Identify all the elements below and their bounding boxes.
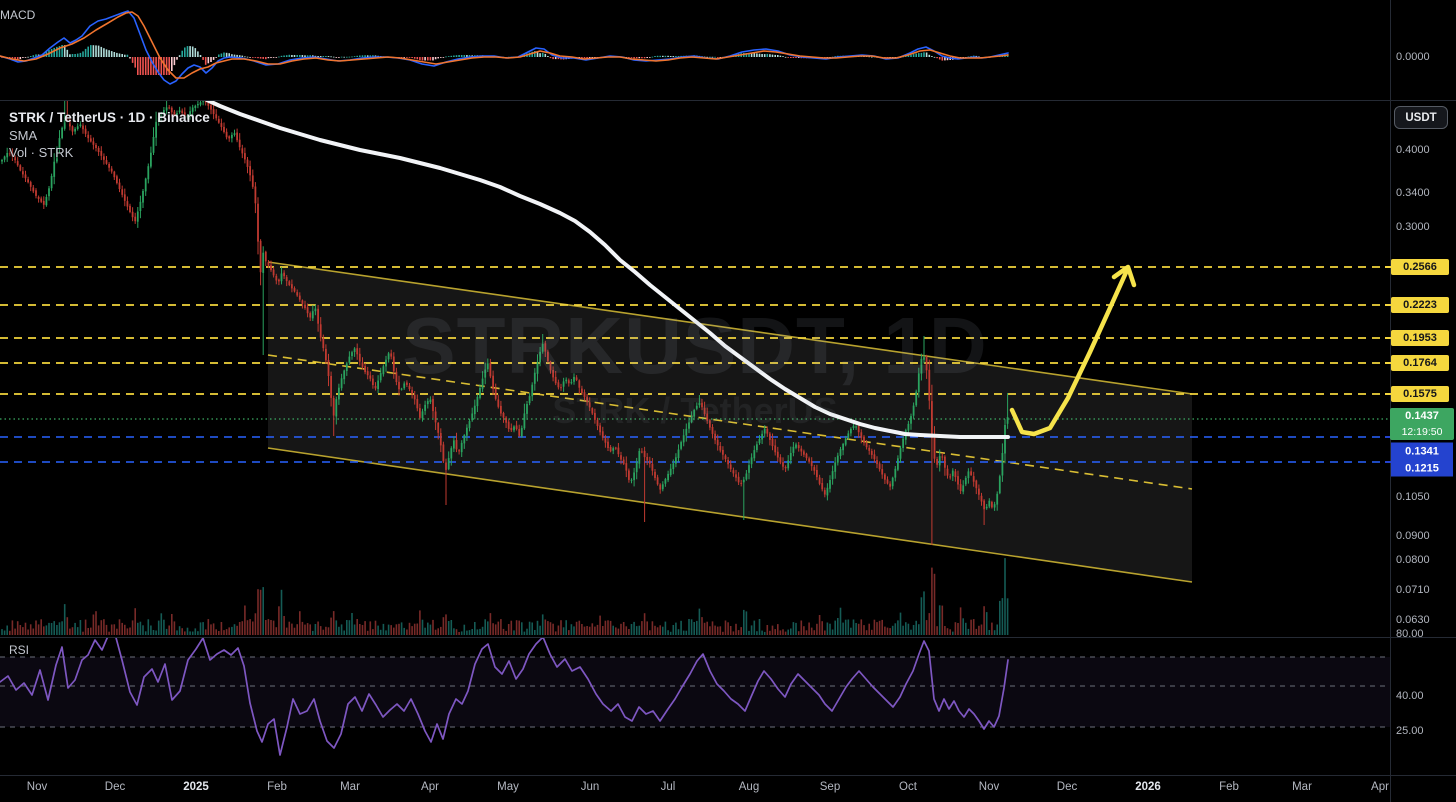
price-tick: 0.1050 xyxy=(1396,491,1430,503)
level-price-label: 0.1215 xyxy=(1391,459,1453,477)
price-tick: 0.0710 xyxy=(1396,584,1430,596)
time-tick: Mar xyxy=(340,781,360,793)
pane-separator[interactable] xyxy=(0,100,1456,101)
price-tick: 0.4000 xyxy=(1396,144,1430,156)
time-tick: Oct xyxy=(899,781,917,793)
time-tick: Sep xyxy=(819,781,841,793)
currency-toggle-button[interactable]: USDT xyxy=(1394,106,1448,129)
level-price-label: 0.2566 xyxy=(1391,259,1449,275)
time-tick: Feb xyxy=(1219,781,1239,793)
macd-indicator-label[interactable]: MACD xyxy=(0,8,35,22)
price-tick: 0.0630 xyxy=(1396,614,1430,626)
rsi-tick: 40.00 xyxy=(1396,690,1424,702)
symbol-legend[interactable]: STRK / TetherUS · 1D · Binance xyxy=(9,109,210,126)
macd-axis-value: 0.0000 xyxy=(1396,51,1430,63)
time-tick: Dec xyxy=(104,781,126,793)
rsi-tick: 25.00 xyxy=(1396,725,1424,737)
level-price-label: 0.1764 xyxy=(1391,355,1449,371)
level-price-label: 0.1575 xyxy=(1391,386,1449,402)
time-tick: Dec xyxy=(1056,781,1078,793)
time-tick: Mar xyxy=(1292,781,1312,793)
price-tick: 0.0900 xyxy=(1396,530,1430,542)
time-tick: 2026 xyxy=(1135,781,1161,793)
price-chart-canvas[interactable] xyxy=(0,0,1456,802)
level-price-label: 0.1953 xyxy=(1391,330,1449,346)
time-tick: Aug xyxy=(738,781,760,793)
volume-legend[interactable]: Vol · STRK xyxy=(9,144,73,161)
time-tick: Nov xyxy=(978,781,1000,793)
time-tick: Apr xyxy=(1371,781,1389,793)
price-tick: 0.0800 xyxy=(1396,554,1430,566)
time-tick: Nov xyxy=(26,781,48,793)
sma-legend[interactable]: SMA xyxy=(9,127,37,144)
time-tick: 2025 xyxy=(183,781,209,793)
bar-countdown: 12:19:50 xyxy=(1401,426,1443,438)
time-tick: Feb xyxy=(267,781,287,793)
rsi-tick: 80.00 xyxy=(1396,628,1424,640)
last-price-label: 0.1437 12:19:50 xyxy=(1390,408,1454,440)
time-tick: Apr xyxy=(421,781,439,793)
level-price-label: 0.2223 xyxy=(1391,297,1449,313)
time-tick: Jul xyxy=(660,781,676,793)
time-tick: May xyxy=(497,781,519,793)
last-price-value: 0.1437 xyxy=(1405,410,1439,422)
pane-separator[interactable] xyxy=(0,637,1456,638)
rsi-indicator-label[interactable]: RSI xyxy=(9,643,29,657)
price-tick: 0.3400 xyxy=(1396,187,1430,199)
price-tick: 0.3000 xyxy=(1396,221,1430,233)
trading-chart-window: STRKUSDT, 1D STRK / TetherUS MACD STRK /… xyxy=(0,0,1456,802)
level-price-label: 0.1341 xyxy=(1391,442,1453,460)
pane-separator xyxy=(0,775,1456,776)
time-tick: Jun xyxy=(580,781,600,793)
